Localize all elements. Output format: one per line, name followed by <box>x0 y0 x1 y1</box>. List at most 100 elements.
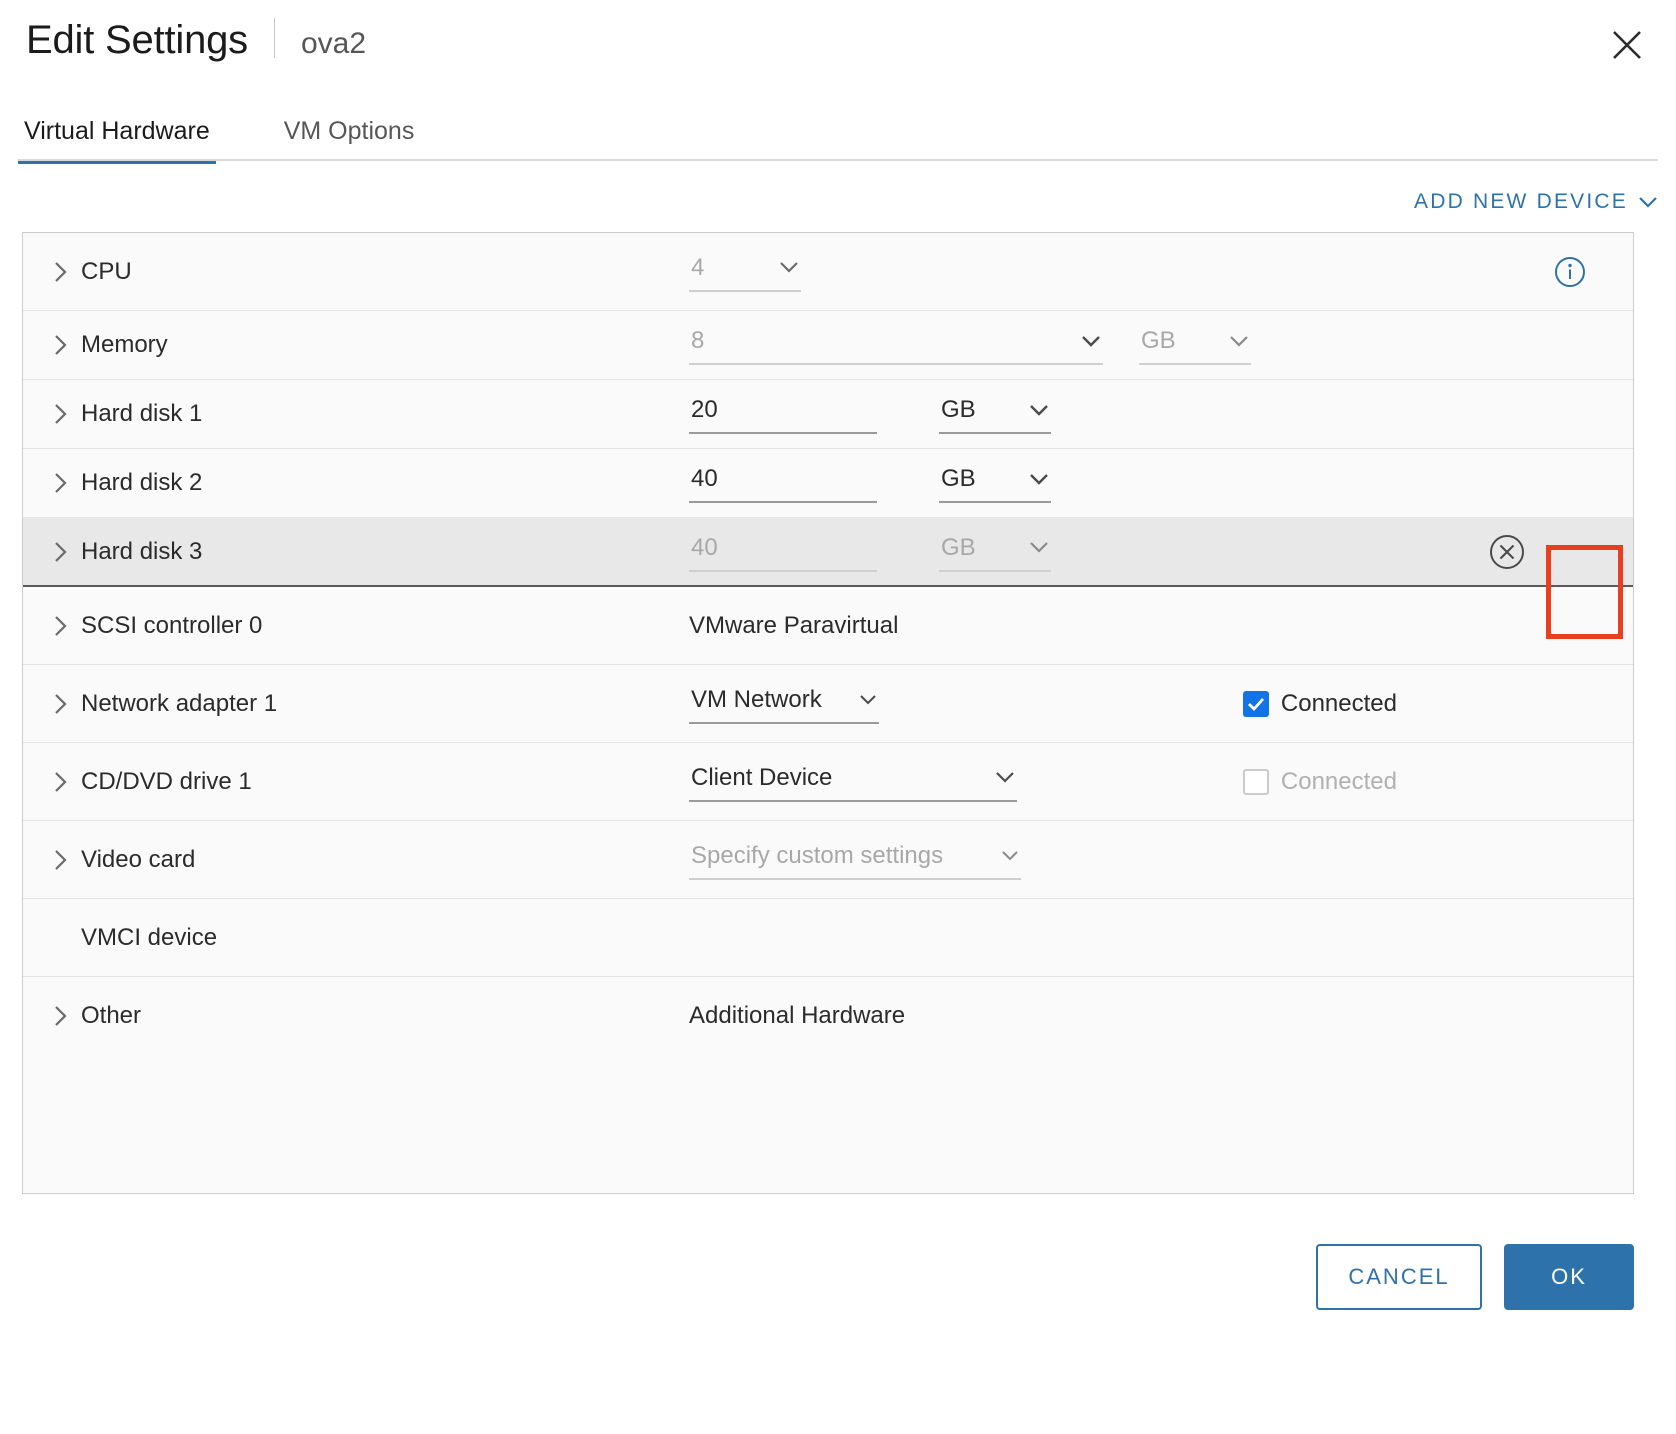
device-row-other[interactable]: Other Additional Hardware <box>23 977 1633 1055</box>
device-value-network-adapter-1: VM Network Connected <box>689 665 1611 742</box>
chevron-down-icon <box>1639 197 1657 208</box>
device-label-scsi-controller-0: SCSI controller 0 <box>81 611 263 639</box>
expand-toggle-other[interactable] <box>53 1004 81 1028</box>
close-button[interactable] <box>1604 22 1650 68</box>
chevron-right-icon <box>55 541 67 562</box>
device-row-scsi-controller-0[interactable]: SCSI controller 0 VMware Paravirtual <box>23 587 1633 665</box>
scsi-controller-0-value: VMware Paravirtual <box>689 611 899 639</box>
cpu-info-button[interactable] <box>1553 255 1587 289</box>
vm-name: ova2 <box>300 27 367 60</box>
device-value-cd-dvd-drive-1: Client Device Connected <box>689 743 1611 820</box>
hard-disk-2-size-input[interactable]: 40 <box>689 463 877 503</box>
remove-hard-disk-3-button[interactable] <box>1487 532 1527 572</box>
device-row-video-card[interactable]: Video card Specify custom settings <box>23 821 1633 899</box>
hard-disk-2-size-value: 40 <box>691 465 718 492</box>
memory-unit-select[interactable]: GB <box>1139 325 1251 365</box>
expand-toggle-hard-disk-2[interactable] <box>53 471 81 495</box>
hard-disk-2-unit-select[interactable]: GB <box>939 463 1051 503</box>
network-adapter-1-connected-checkbox[interactable]: Connected <box>1242 689 1397 718</box>
chevron-right-icon <box>55 615 67 636</box>
expand-toggle-cpu[interactable] <box>53 260 81 284</box>
close-icon <box>1613 31 1641 59</box>
ok-button[interactable]: OK <box>1504 1244 1634 1310</box>
video-card-settings-select[interactable]: Specify custom settings <box>689 840 1021 880</box>
expand-toggle-network-adapter-1[interactable] <box>53 692 81 716</box>
device-value-cpu: 4 <box>689 233 1611 310</box>
add-new-device-button[interactable]: ADD NEW DEVICE <box>1414 190 1658 214</box>
device-value-other: Additional Hardware <box>689 977 1611 1055</box>
device-row-cd-dvd-drive-1[interactable]: CD/DVD drive 1 Client Device Connected <box>23 743 1633 821</box>
page-title: Edit Settings <box>26 18 248 62</box>
device-row-hard-disk-3[interactable]: Hard disk 3 40 GB <box>23 518 1633 587</box>
chevron-down-icon <box>1229 335 1249 348</box>
device-row-hard-disk-2[interactable]: Hard disk 2 40 GB <box>23 449 1633 518</box>
edit-settings-dialog: Edit Settings ova2 Virtual Hardware VM O… <box>0 0 1676 1434</box>
device-value-hard-disk-2: 40 GB <box>689 449 1611 517</box>
device-row-cpu[interactable]: CPU 4 <box>23 233 1633 311</box>
device-label-memory: Memory <box>81 331 168 358</box>
chevron-down-icon <box>1081 335 1101 348</box>
device-label-video-card: Video card <box>81 845 196 873</box>
tab-vm-options[interactable]: VM Options <box>278 116 421 160</box>
device-value-scsi-controller-0: VMware Paravirtual <box>689 587 1611 664</box>
cpu-count-select[interactable]: 4 <box>689 252 801 292</box>
device-row-hard-disk-1[interactable]: Hard disk 1 20 GB <box>23 380 1633 449</box>
device-label-network-adapter-1: Network adapter 1 <box>81 689 278 717</box>
device-label-cpu: CPU <box>81 257 132 285</box>
title-divider <box>273 18 275 58</box>
network-adapter-1-network-value: VM Network <box>691 685 822 713</box>
cd-dvd-drive-1-connected-label: Connected <box>1280 767 1397 795</box>
checkbox-unchecked-icon <box>1242 768 1269 795</box>
device-row-memory[interactable]: Memory 8 GB <box>23 311 1633 380</box>
chevron-down-icon <box>779 261 799 274</box>
cd-dvd-drive-1-connected-checkbox[interactable]: Connected <box>1242 767 1397 796</box>
expand-toggle-cd-dvd-drive-1[interactable] <box>53 770 81 794</box>
device-row-network-adapter-1[interactable]: Network adapter 1 VM Network Connected <box>23 665 1633 743</box>
cd-dvd-drive-1-device-value: Client Device <box>691 763 833 791</box>
chevron-right-icon <box>55 261 67 282</box>
memory-size-input[interactable]: 8 <box>689 325 1103 365</box>
chevron-right-icon <box>55 693 67 714</box>
hard-disk-3-unit-value: GB <box>941 533 976 561</box>
hard-disk-1-size-input[interactable]: 20 <box>689 394 877 434</box>
device-value-vmci-device <box>689 899 1611 976</box>
expand-toggle-memory[interactable] <box>53 333 81 357</box>
hard-disk-3-unit-select[interactable]: GB <box>939 532 1051 572</box>
chevron-right-icon <box>55 335 67 355</box>
expand-toggle-scsi-controller-0[interactable] <box>53 614 81 638</box>
device-label-cd-dvd-drive-1: CD/DVD drive 1 <box>81 767 252 795</box>
chevron-down-icon <box>995 771 1015 784</box>
checkbox-checked-icon <box>1242 690 1269 717</box>
dialog-header: Edit Settings ova2 <box>0 0 1676 100</box>
hard-disk-3-size-input[interactable]: 40 <box>689 532 877 572</box>
tab-bar-divider <box>18 159 1658 161</box>
title-row: Edit Settings ova2 <box>26 12 366 72</box>
hard-disk-3-size-value: 40 <box>691 533 718 561</box>
device-value-hard-disk-3: 40 GB <box>689 518 1611 585</box>
chevron-right-icon <box>55 771 67 792</box>
dialog-footer: CANCEL OK <box>0 1234 1676 1374</box>
device-value-video-card: Specify custom settings <box>689 821 1611 898</box>
hard-disk-1-size-value: 20 <box>691 396 718 423</box>
expand-toggle-video-card[interactable] <box>53 848 81 872</box>
chevron-down-icon <box>1029 541 1049 554</box>
info-icon <box>1555 256 1585 287</box>
tab-virtual-hardware[interactable]: Virtual Hardware <box>18 116 216 164</box>
network-adapter-1-connected-label: Connected <box>1280 689 1397 717</box>
chevron-down-icon <box>1029 473 1049 486</box>
hard-disk-1-unit-select[interactable]: GB <box>939 394 1051 434</box>
device-label-hard-disk-3: Hard disk 3 <box>81 537 203 565</box>
expand-toggle-hard-disk-1[interactable] <box>53 402 81 426</box>
memory-unit-value: GB <box>1141 327 1176 354</box>
device-label-vmci-device: VMCI device <box>81 923 218 951</box>
cd-dvd-drive-1-device-select[interactable]: Client Device <box>689 762 1017 802</box>
network-adapter-1-network-select[interactable]: VM Network <box>689 684 879 724</box>
chevron-right-icon <box>55 473 67 493</box>
tab-bar: Virtual Hardware VM Options <box>18 108 1658 164</box>
hard-disk-1-unit-value: GB <box>941 396 976 423</box>
device-label-hard-disk-1: Hard disk 1 <box>81 400 203 427</box>
cancel-button[interactable]: CANCEL <box>1316 1244 1482 1310</box>
chevron-right-icon <box>55 404 67 424</box>
device-value-memory: 8 GB <box>689 311 1611 379</box>
expand-toggle-hard-disk-3[interactable] <box>53 540 81 564</box>
